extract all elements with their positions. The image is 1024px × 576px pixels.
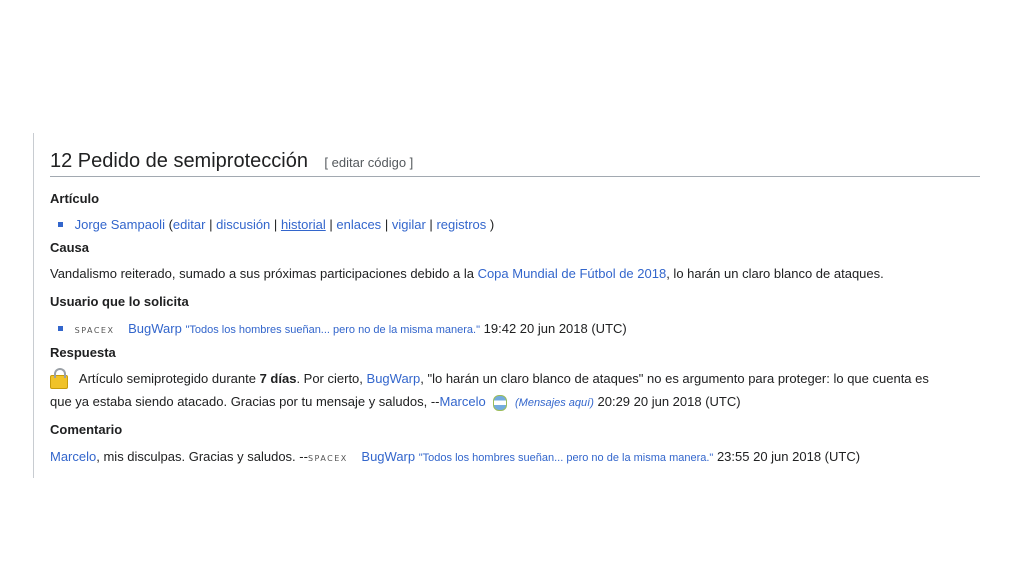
timestamp: 19:42 20 jun 2018 (UTC) — [483, 321, 627, 336]
section-content: 12 Pedido de semiprotección [ editar cód… — [33, 133, 981, 478]
label-respuesta: Respuesta — [50, 345, 116, 360]
user-motto[interactable]: "Todos los hombres sueñan... pero no de … — [185, 324, 480, 336]
causa-text-before: Vandalismo reiterado, sumado a sus próxi… — [50, 266, 474, 281]
separator: | — [384, 217, 389, 232]
user-link-bugwarp[interactable]: BugWarp — [367, 371, 421, 386]
comment-line: Marcelo, mis disculpas. Gracias y saludo… — [50, 449, 860, 464]
response-line-1: Artículo semiprotegido durante 7 días. P… — [50, 367, 929, 389]
section-title: 12 Pedido de semiprotección — [50, 150, 308, 172]
section-heading: 12 Pedido de semiprotección [ editar cód… — [50, 147, 980, 177]
requester-line: SPACEX BugWarp "Todos los hombres sueñan… — [50, 321, 627, 336]
user-link-marcelo[interactable]: Marcelo — [50, 449, 96, 464]
user-motto[interactable]: "Todos los hombres sueñan... pero no de … — [419, 452, 714, 464]
label-causa: Causa — [50, 240, 90, 255]
label-comentario: Comentario — [50, 422, 123, 437]
edit-source-link[interactable]: [ editar código ] — [324, 155, 413, 170]
article-link[interactable]: Jorge Sampaoli — [75, 217, 165, 232]
spacex-logo-icon: SPACEX — [74, 326, 115, 335]
user-link-bugwarp[interactable]: BugWarp — [128, 321, 182, 336]
paren-close: ) — [489, 217, 495, 232]
lock-icon — [50, 367, 68, 389]
response-text: Artículo semiprotegido durante — [78, 371, 256, 386]
label-articulo: Artículo — [50, 191, 100, 206]
comment-text: , mis disculpas. Gracias y saludos. -- — [96, 449, 308, 464]
article-talk-link[interactable]: discusión — [216, 217, 270, 232]
bullet-icon — [58, 222, 63, 228]
timestamp: 23:55 20 jun 2018 (UTC) — [716, 449, 861, 464]
spacex-logo-icon: SPACEX — [307, 454, 348, 463]
talk-link[interactable]: (Mensajes aquí) — [515, 397, 594, 409]
article-watch-link[interactable]: vigilar — [392, 217, 426, 232]
separator: | — [273, 217, 278, 232]
article-edit-link[interactable]: editar — [173, 217, 206, 232]
user-link-marcelo[interactable]: Marcelo — [440, 394, 486, 409]
response-duration: 7 días — [259, 371, 297, 386]
article-links-link[interactable]: enlaces — [336, 217, 381, 232]
response-text: , "lo harán un claro blanco de ataques" … — [420, 371, 929, 386]
article-logs-link[interactable]: registros — [436, 217, 486, 232]
timestamp: 20:29 20 jun 2018 (UTC) — [597, 394, 741, 409]
response-text: que ya estaba siendo atacado. Gracias po… — [50, 394, 440, 409]
article-history-link[interactable]: historial — [281, 217, 326, 232]
copa-mundial-link[interactable]: Copa Mundial de Fútbol de 2018 — [478, 266, 667, 281]
argentina-flag-icon — [493, 394, 508, 411]
bullet-icon — [58, 326, 63, 332]
response-text: . Por cierto, — [296, 371, 363, 386]
causa-text: Vandalismo reiterado, sumado a sus próxi… — [50, 266, 884, 281]
label-usuario: Usuario que lo solicita — [50, 294, 189, 309]
causa-text-after: , lo harán un claro blanco de ataques. — [666, 266, 884, 281]
article-line: Jorge Sampaoli (editar | discusión | his… — [50, 217, 494, 232]
separator: | — [429, 217, 433, 232]
separator: | — [209, 217, 213, 232]
user-link-bugwarp[interactable]: BugWarp — [361, 449, 415, 464]
separator: | — [329, 217, 333, 232]
response-line-2: que ya estaba siendo atacado. Gracias po… — [50, 394, 741, 411]
